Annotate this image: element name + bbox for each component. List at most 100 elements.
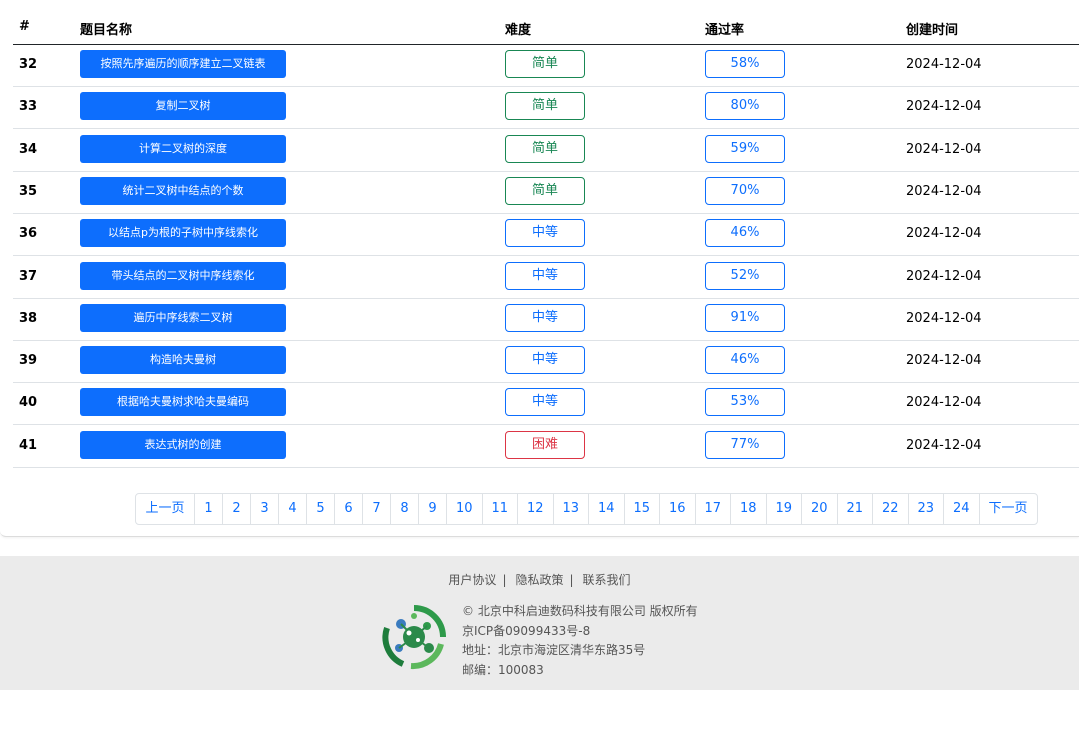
problem-number: 41 [19, 437, 38, 453]
table-row: 37 带头结点的二叉树中序线索化 中等 52% 2024-12-04 [13, 256, 1079, 299]
created-date: 2024-12-04 [906, 57, 982, 72]
created-date: 2024-12-04 [906, 226, 982, 242]
pass-rate-badge: 80% [705, 92, 785, 121]
difficulty-badge: 简单 [505, 92, 585, 121]
created-date: 2024-12-04 [906, 99, 982, 115]
company-logo-icon [382, 605, 446, 670]
difficulty-badge: 中等 [505, 388, 585, 417]
created-date: 2024-12-04 [906, 437, 982, 453]
company-info: © 北京中科启迪数码科技有限公司 版权所有 京ICP备09099433号-8 地… [462, 602, 698, 680]
page-link-20[interactable]: 20 [801, 494, 837, 524]
page-link-22[interactable]: 22 [872, 494, 908, 524]
page-link-4[interactable]: 4 [278, 494, 306, 524]
footer: 用户协议 | 隐私政策 | 联系我们 © 北京中科启迪数码科技有限公司 版权所有 京IC… [0, 556, 1079, 690]
pass-rate-badge: 77% [705, 430, 785, 459]
table-row: 40 根据哈夫曼树求哈夫曼编码 中等 53% 2024-12-04 [13, 382, 1079, 426]
table-row: 33 复制二叉树 简单 80% 2024-12-04 [13, 86, 1079, 130]
table-row: 35 统计二叉树中结点的个数 简单 70% 2024-12-04 [13, 171, 1079, 214]
problem-list-card: # 题目名称 难度 通过率 创建时间 32 按照先序遍历的顺序建立二叉链表 简单 58… [0, 0, 1079, 537]
page-link-3[interactable]: 3 [250, 494, 278, 524]
pass-rate-badge: 53% [705, 388, 785, 417]
created-date: 2024-12-04 [906, 310, 982, 326]
problem-title-button[interactable]: 带头结点的二叉树中序线索化 [80, 261, 286, 290]
page-link-7[interactable]: 7 [362, 494, 390, 524]
created-date: 2024-12-04 [906, 141, 982, 157]
difficulty-badge: 中等 [505, 303, 585, 332]
user-agreement-link[interactable]: 用户协议 [448, 573, 496, 587]
next-page-link[interactable]: 下一页 [978, 494, 1037, 524]
table-row: 36 以结点p为根的子树中序线索化 中等 46% 2024-12-04 [13, 213, 1079, 257]
problem-title-button[interactable]: 表达式树的创建 [80, 430, 286, 459]
difficulty-badge: 简单 [505, 176, 585, 205]
problem-title-button[interactable]: 计算二叉树的深度 [80, 134, 286, 163]
postcode-text: 邮编：100083 [462, 662, 544, 677]
page-link-6[interactable]: 6 [334, 494, 362, 524]
pass-rate-badge: 91% [705, 303, 785, 332]
page-link-19[interactable]: 19 [765, 494, 802, 524]
page-link-2[interactable]: 2 [222, 494, 250, 524]
header-created-time: 创建时间 [906, 23, 959, 38]
problem-number: 40 [19, 395, 38, 411]
header-title: 题目名称 [80, 23, 133, 38]
difficulty-badge: 中等 [505, 346, 585, 375]
problem-title-button[interactable]: 以结点p为根的子树中序线索化 [80, 219, 286, 248]
problem-number: 36 [19, 226, 38, 242]
page-link-8[interactable]: 8 [390, 494, 418, 524]
page-link-16[interactable]: 16 [659, 494, 695, 524]
page-link-15[interactable]: 15 [623, 494, 660, 524]
created-date: 2024-12-04 [906, 183, 982, 199]
problem-title-button[interactable]: 遍历中序线索二叉树 [80, 303, 286, 332]
problem-number: 38 [19, 310, 38, 326]
icp-text: 京ICP备09099433号-8 [462, 623, 591, 638]
problem-number: 39 [19, 353, 38, 369]
pass-rate-badge: 59% [705, 134, 785, 163]
pass-rate-badge: 46% [705, 219, 785, 248]
prev-page-link[interactable]: 上一页 [136, 494, 194, 524]
page-link-14[interactable]: 14 [588, 494, 624, 524]
page-link-23[interactable]: 23 [907, 494, 944, 524]
difficulty-badge: 简单 [505, 50, 585, 78]
problem-title-button[interactable]: 根据哈夫曼树求哈夫曼编码 [80, 388, 286, 417]
pass-rate-badge: 46% [705, 346, 785, 375]
table-row: 38 遍历中序线索二叉树 中等 91% 2024-12-04 [13, 298, 1079, 341]
privacy-policy-link[interactable]: 隐私政策 [515, 573, 563, 587]
table-header: # 题目名称 难度 通过率 创建时间 [13, 10, 1079, 45]
difficulty-badge: 中等 [505, 219, 585, 248]
page-link-13[interactable]: 13 [552, 494, 589, 524]
page-link-11[interactable]: 11 [481, 494, 518, 524]
problem-title-button[interactable]: 构造哈夫曼树 [80, 346, 286, 375]
header-pass-rate: 通过率 [705, 23, 745, 38]
contact-us-link[interactable]: 联系我们 [583, 573, 631, 587]
problem-title-button[interactable]: 统计二叉树中结点的个数 [80, 176, 286, 205]
pagination: 上一页 1 2 3 4 5 6 7 8 9 10 11 12 13 14 15 16 17 18 19 20 21 22 23… [135, 493, 1038, 525]
page-link-17[interactable]: 17 [694, 494, 731, 524]
created-date: 2024-12-04 [906, 395, 982, 411]
page-link-9[interactable]: 9 [418, 494, 446, 524]
problem-title-button[interactable]: 按照先序遍历的顺序建立二叉链表 [80, 50, 286, 78]
page-link-18[interactable]: 18 [730, 494, 766, 524]
pass-rate-badge: 58% [705, 50, 785, 78]
page-link-5[interactable]: 5 [306, 494, 334, 524]
page-link-21[interactable]: 21 [836, 494, 873, 524]
pass-rate-badge: 70% [705, 176, 785, 205]
footer-links: 用户协议 | 隐私政策 | 联系我们 [448, 573, 631, 587]
pass-rate-badge: 52% [705, 261, 785, 290]
problem-number: 33 [19, 99, 38, 115]
table-row: 41 表达式树的创建 困难 77% 2024-12-04 [13, 425, 1079, 468]
table-row: 34 计算二叉树的深度 简单 59% 2024-12-04 [13, 129, 1079, 172]
problem-title-button[interactable]: 复制二叉树 [80, 92, 286, 121]
problem-number: 32 [19, 57, 38, 72]
difficulty-badge: 简单 [505, 134, 585, 163]
table-row: 32 按照先序遍历的顺序建立二叉链表 简单 58% 2024-12-04 [13, 44, 1079, 87]
page-link-1[interactable]: 1 [194, 494, 222, 524]
created-date: 2024-12-04 [906, 268, 982, 284]
header-difficulty: 难度 [505, 23, 532, 38]
problem-number: 35 [19, 183, 38, 199]
header-number: # [19, 19, 30, 34]
difficulty-badge: 困难 [505, 430, 585, 459]
page-link-24[interactable]: 24 [943, 494, 979, 524]
page-link-12[interactable]: 12 [517, 494, 553, 524]
address-text: 地址：北京市海淀区清华东路35号 [462, 643, 646, 657]
page-link-10[interactable]: 10 [446, 494, 482, 524]
difficulty-badge: 中等 [505, 261, 585, 290]
